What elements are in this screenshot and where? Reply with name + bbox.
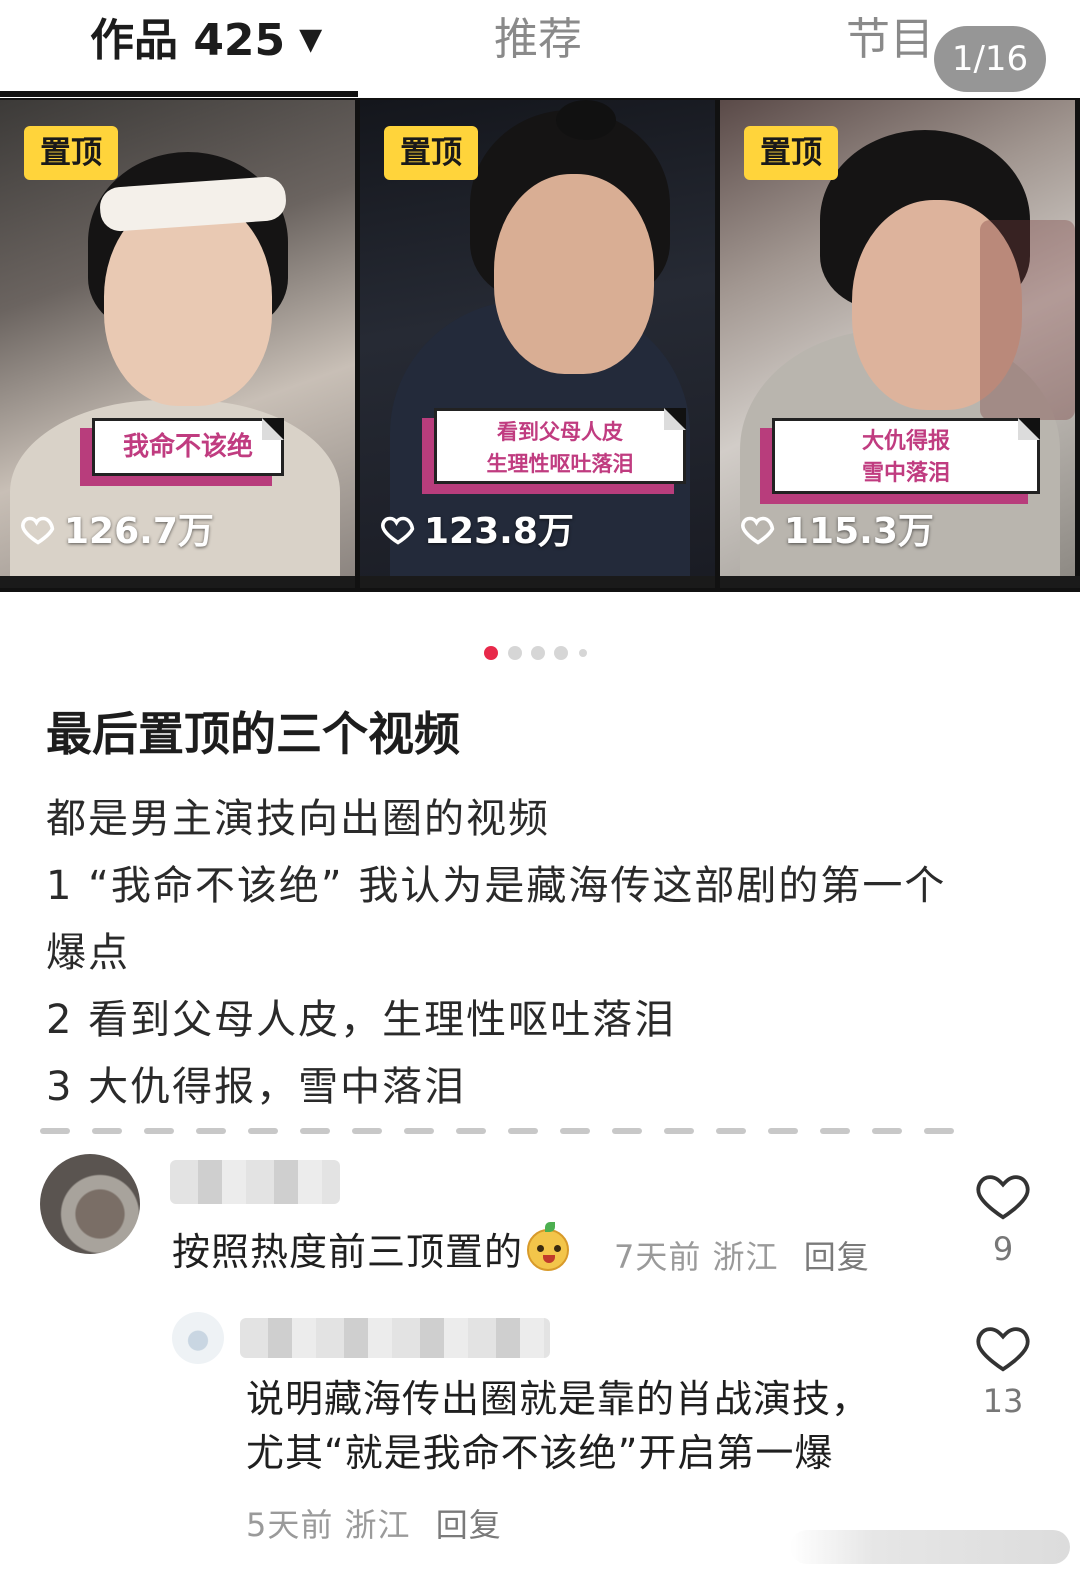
tab-recommend[interactable]: 推荐 — [494, 10, 582, 70]
comment-like[interactable]: 13 — [968, 1322, 1038, 1420]
profile-tab-bar: 作品 425 ▼ 推荐 节目 1/16 — [0, 0, 1080, 98]
caption-line: 雪中落泪 — [861, 461, 950, 486]
video-caption: 大仇得报 雪中落泪 — [772, 418, 1040, 494]
comment-like[interactable]: 9 — [968, 1170, 1038, 1268]
pinned-badge: 置顶 — [384, 126, 478, 180]
post-line: 2 看到父母人皮，生理性呕吐落泪 — [46, 997, 677, 1043]
heart-outline-icon — [381, 516, 415, 545]
heart-outline-icon[interactable] — [974, 1322, 1032, 1374]
username[interactable] — [170, 1160, 340, 1204]
like-count-value: 115.3万 — [784, 511, 934, 552]
comment-text: 说明藏海传出圈就是靠的肖战演技， 尤其“就是我命不该绝”开启第一爆 — [246, 1372, 870, 1480]
comment-meta: 5天前 浙江 回复 — [246, 1500, 502, 1546]
pinned-badge: 置顶 — [744, 126, 838, 180]
caption-line: 生理性呕吐落泪 — [486, 452, 634, 476]
carousel-dot[interactable] — [531, 646, 545, 660]
active-tab-indicator — [0, 91, 358, 97]
heart-outline-icon — [21, 516, 55, 545]
like-count: 123.8万 — [380, 502, 574, 554]
post-line: 都是男主演技向出圈的视频 — [46, 796, 550, 842]
caption-line: 我命不该绝 — [122, 432, 253, 462]
carousel-dot[interactable] — [484, 646, 498, 660]
chevron-down-icon[interactable]: ▼ — [299, 10, 322, 70]
comment-text-content: 按照热度前三顶置的 — [172, 1230, 524, 1274]
card-divider — [720, 576, 1080, 588]
video-card-1[interactable]: 置顶 我命不该绝 126.7万 — [0, 100, 355, 576]
comment-like-count: 13 — [982, 1382, 1024, 1420]
comment-text: 按照热度前三顶置的 — [172, 1222, 570, 1279]
comment-location: 浙江 — [712, 1238, 779, 1276]
video-card-3[interactable]: 置顶 大仇得报 雪中落泪 115.3万 — [720, 100, 1075, 576]
username[interactable] — [240, 1318, 550, 1358]
post-body: 都是男主演技向出圈的视频 1 “我命不该绝” 我认为是藏海传这部剧的第一个 爆点… — [46, 786, 1046, 1121]
comment-meta: 7天前 浙江 回复 — [614, 1232, 870, 1278]
image-page-indicator: 1/16 — [934, 26, 1046, 92]
reply-button[interactable]: 回复 — [804, 1238, 870, 1276]
card-divider — [0, 576, 355, 588]
post-line: 3 大仇得报，雪中落泪 — [46, 1064, 467, 1110]
card-divider — [360, 576, 715, 588]
comment-time: 5天前 — [246, 1506, 334, 1544]
post-line: 爆点 — [46, 930, 130, 976]
post-line: 1 “我命不该绝” 我认为是藏海传这部剧的第一个 — [46, 863, 947, 909]
video-grid: 置顶 我命不该绝 126.7万 置顶 看到父母人皮 生理性呕吐落泪 123.8万 — [0, 98, 1080, 592]
like-count: 126.7万 — [20, 502, 214, 554]
tab-works-label: 作品 425 — [90, 15, 286, 66]
video-caption: 看到父母人皮 生理性呕吐落泪 — [434, 408, 686, 484]
comment-text-line: 说明藏海传出圈就是靠的肖战演技， — [246, 1377, 871, 1421]
comment-text-line: 尤其“就是我命不该绝”开启第一爆 — [246, 1431, 834, 1475]
tab-works[interactable]: 作品 425 ▼ — [90, 10, 322, 71]
like-count-value: 126.7万 — [64, 511, 214, 552]
carousel-dot[interactable] — [508, 646, 522, 660]
heart-outline-icon[interactable] — [974, 1170, 1032, 1222]
carousel-dot[interactable] — [579, 649, 587, 657]
video-card-2[interactable]: 置顶 看到父母人皮 生理性呕吐落泪 123.8万 — [360, 100, 715, 576]
avatar[interactable] — [40, 1154, 140, 1254]
post-overflow-text — [40, 1118, 1040, 1134]
caption-line: 看到父母人皮 — [497, 420, 623, 444]
carousel-dot[interactable] — [554, 646, 568, 660]
cartoon-face-emoji-icon — [527, 1222, 570, 1271]
video-caption: 我命不该绝 — [92, 418, 284, 476]
reply-button[interactable]: 回复 — [436, 1506, 502, 1544]
comment-reply-item: 说明藏海传出圈就是靠的肖战演技， 尤其“就是我命不该绝”开启第一爆 5天前 浙江… — [0, 1300, 1080, 1544]
like-count: 115.3万 — [740, 502, 934, 554]
heart-outline-icon — [741, 516, 775, 545]
comment-location: 浙江 — [344, 1506, 411, 1544]
tab-program[interactable]: 节目 — [846, 10, 934, 70]
pinned-badge: 置顶 — [24, 126, 118, 180]
watermark — [790, 1530, 1070, 1564]
like-count-value: 123.8万 — [424, 511, 574, 552]
comment-item: 按照热度前三顶置的 7天前 浙江 回复 9 — [0, 1140, 1080, 1300]
caption-line: 大仇得报 — [861, 429, 950, 454]
comment-like-count: 9 — [992, 1230, 1014, 1268]
avatar[interactable] — [172, 1312, 224, 1364]
post-title: 最后置顶的三个视频 — [46, 707, 460, 761]
comment-time: 7天前 — [614, 1238, 702, 1276]
